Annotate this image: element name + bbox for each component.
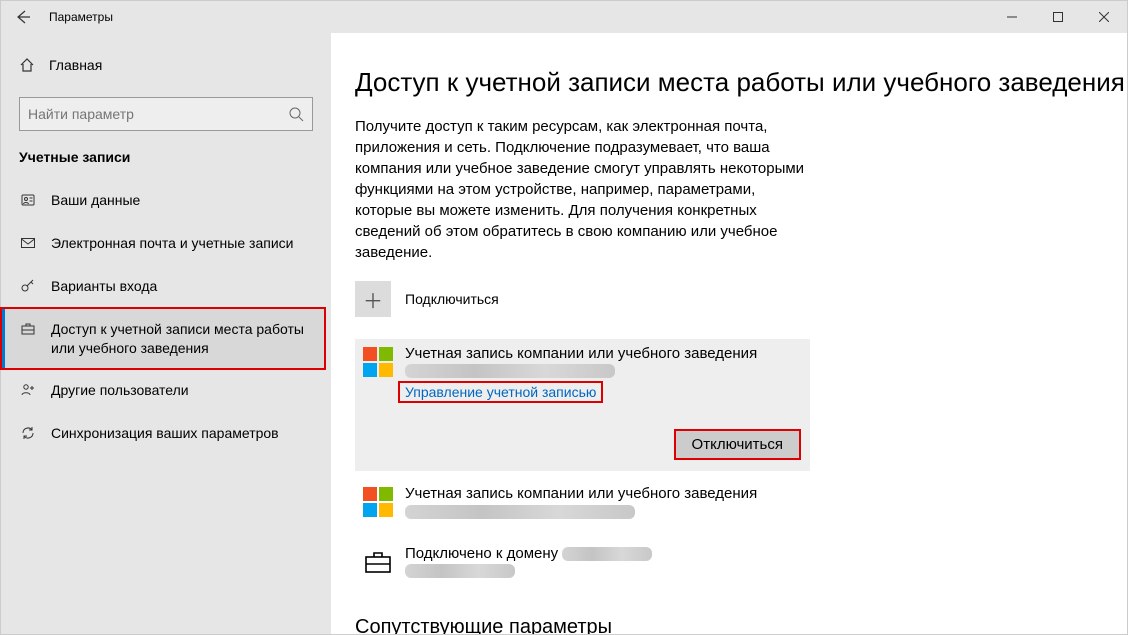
sidebar: Главная Учетные записи Ваши данные Элект… bbox=[1, 33, 331, 634]
connect-label: Подключиться bbox=[405, 291, 499, 307]
nav-label: Электронная почта и учетные записи bbox=[51, 234, 293, 253]
briefcase-icon bbox=[19, 320, 37, 337]
nav-item-other-users[interactable]: Другие пользователи bbox=[1, 369, 331, 412]
nav-label: Варианты входа bbox=[51, 277, 157, 296]
related-settings-title: Сопутствующие параметры bbox=[355, 616, 1127, 634]
nav-item-email[interactable]: Электронная почта и учетные записи bbox=[1, 222, 331, 265]
back-button[interactable] bbox=[1, 1, 45, 33]
microsoft-logo-icon bbox=[363, 347, 393, 377]
close-button[interactable] bbox=[1081, 1, 1127, 33]
nav-item-signin[interactable]: Варианты входа bbox=[1, 265, 331, 308]
redacted-text bbox=[405, 505, 635, 519]
redacted-text bbox=[562, 547, 652, 561]
key-icon bbox=[19, 277, 37, 294]
search-icon bbox=[288, 106, 304, 122]
nav-label: Ваши данные bbox=[51, 191, 140, 210]
search-box[interactable] bbox=[19, 97, 313, 131]
add-user-icon bbox=[19, 381, 37, 398]
domain-title: Подключено к домену bbox=[405, 545, 800, 562]
account-title: Учетная запись компании или учебного зав… bbox=[405, 485, 800, 502]
mail-icon bbox=[19, 234, 37, 251]
maximize-button[interactable] bbox=[1035, 1, 1081, 33]
person-icon bbox=[19, 191, 37, 208]
minimize-button[interactable] bbox=[989, 1, 1035, 33]
nav-item-work-access[interactable]: Доступ к учетной записи места работы или… bbox=[1, 308, 325, 370]
connect-row[interactable]: ＋ Подключиться bbox=[355, 281, 1127, 317]
titlebar: Параметры bbox=[1, 1, 1127, 33]
redacted-text bbox=[405, 364, 615, 378]
window-title: Параметры bbox=[45, 10, 113, 24]
plus-icon: ＋ bbox=[355, 281, 391, 317]
redacted-text bbox=[405, 564, 515, 578]
home-label: Главная bbox=[49, 57, 102, 73]
nav-label: Доступ к учетной записи места работы или… bbox=[51, 320, 307, 358]
work-account-card-1[interactable]: Учетная запись компании или учебного зав… bbox=[355, 339, 810, 471]
home-icon bbox=[19, 57, 35, 73]
main-panel: Доступ к учетной записи места работы или… bbox=[331, 33, 1127, 634]
page-description: Получите доступ к таким ресурсам, как эл… bbox=[355, 116, 805, 263]
category-title: Учетные записи bbox=[1, 145, 331, 179]
nav-item-your-info[interactable]: Ваши данные bbox=[1, 179, 331, 222]
sync-icon bbox=[19, 424, 37, 441]
page-title: Доступ к учетной записи места работы или… bbox=[355, 67, 1127, 98]
microsoft-logo-icon bbox=[363, 487, 393, 517]
search-input[interactable] bbox=[28, 106, 288, 122]
home-link[interactable]: Главная bbox=[1, 47, 331, 83]
nav-label: Другие пользователи bbox=[51, 381, 189, 400]
briefcase-icon bbox=[363, 547, 393, 577]
disconnect-button[interactable]: Отключиться bbox=[675, 430, 800, 459]
domain-card[interactable]: Подключено к домену bbox=[355, 539, 810, 590]
nav-item-sync[interactable]: Синхронизация ваших параметров bbox=[1, 412, 331, 455]
work-account-card-2[interactable]: Учетная запись компании или учебного зав… bbox=[355, 479, 810, 530]
nav-label: Синхронизация ваших параметров bbox=[51, 424, 279, 443]
account-title: Учетная запись компании или учебного зав… bbox=[405, 345, 800, 362]
manage-account-link[interactable]: Управление учетной записью bbox=[399, 382, 602, 402]
